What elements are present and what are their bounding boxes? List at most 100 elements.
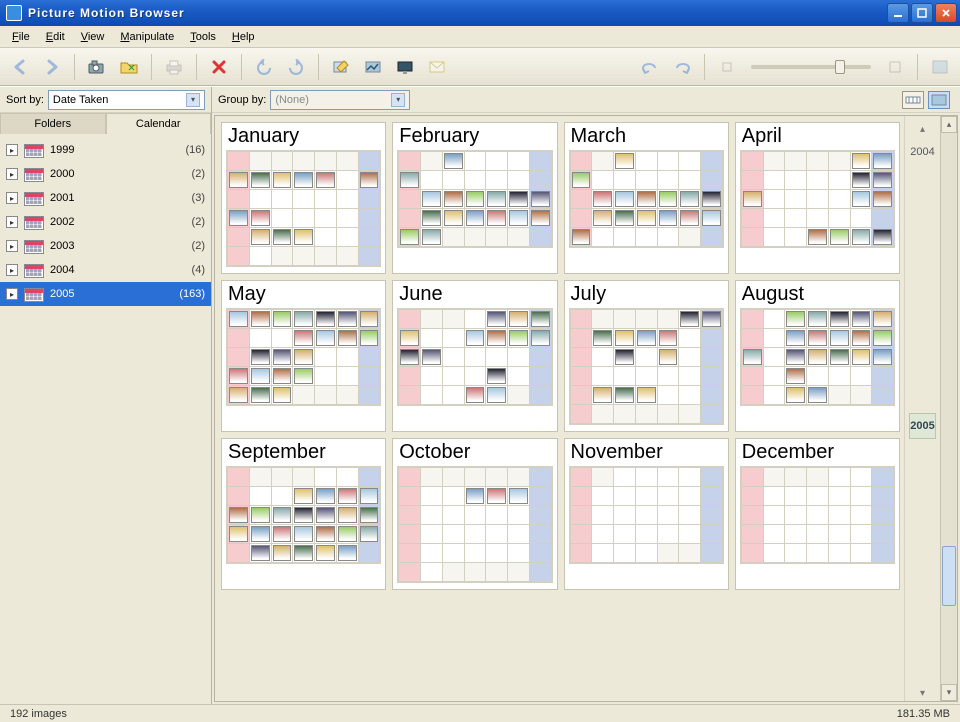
day-cell[interactable] bbox=[399, 171, 420, 189]
photo-thumb[interactable] bbox=[294, 488, 313, 504]
day-cell[interactable] bbox=[530, 152, 551, 170]
photo-thumb[interactable] bbox=[873, 172, 892, 188]
day-cell[interactable] bbox=[293, 367, 314, 385]
photo-thumb[interactable] bbox=[808, 330, 827, 346]
menu-view[interactable]: View bbox=[73, 29, 113, 45]
day-cell[interactable] bbox=[851, 367, 872, 385]
year-row-2004[interactable]: ▸2004(4) bbox=[0, 258, 211, 282]
day-cell[interactable] bbox=[508, 209, 529, 227]
day-cell[interactable] bbox=[636, 190, 657, 208]
day-cell[interactable] bbox=[465, 348, 486, 366]
day-cell[interactable] bbox=[807, 525, 828, 543]
scroll-down-button[interactable]: ▾ bbox=[941, 684, 957, 701]
import-folder-button[interactable] bbox=[115, 53, 143, 81]
day-cell[interactable] bbox=[571, 525, 592, 543]
day-cell[interactable] bbox=[742, 525, 763, 543]
day-cell[interactable] bbox=[764, 386, 785, 404]
photo-thumb[interactable] bbox=[487, 488, 506, 504]
day-cell[interactable] bbox=[614, 487, 635, 505]
day-cell[interactable] bbox=[679, 310, 700, 328]
photo-thumb[interactable] bbox=[637, 330, 656, 346]
day-cell[interactable] bbox=[592, 525, 613, 543]
day-cell[interactable] bbox=[465, 310, 486, 328]
photo-thumb[interactable] bbox=[786, 387, 805, 403]
day-cell[interactable] bbox=[807, 487, 828, 505]
day-cell[interactable] bbox=[250, 209, 271, 227]
back-button[interactable] bbox=[6, 53, 34, 81]
photo-thumb[interactable] bbox=[316, 526, 335, 542]
day-cell[interactable] bbox=[443, 348, 464, 366]
day-cell[interactable] bbox=[272, 506, 293, 524]
day-cell[interactable] bbox=[465, 386, 486, 404]
photo-thumb[interactable] bbox=[637, 387, 656, 403]
photo-thumb[interactable] bbox=[487, 368, 506, 384]
day-cell[interactable] bbox=[399, 487, 420, 505]
day-cell[interactable] bbox=[785, 310, 806, 328]
photo-thumb[interactable] bbox=[229, 311, 248, 327]
month-october[interactable]: October bbox=[392, 438, 557, 590]
day-cell[interactable] bbox=[272, 329, 293, 347]
day-cell[interactable] bbox=[272, 348, 293, 366]
photo-thumb[interactable] bbox=[873, 191, 892, 207]
day-cell[interactable] bbox=[679, 487, 700, 505]
day-cell[interactable] bbox=[785, 171, 806, 189]
day-cell[interactable] bbox=[399, 544, 420, 562]
day-cell[interactable] bbox=[742, 209, 763, 227]
day-cell[interactable] bbox=[872, 506, 893, 524]
day-cell[interactable] bbox=[293, 506, 314, 524]
day-cell[interactable] bbox=[486, 190, 507, 208]
photo-thumb[interactable] bbox=[251, 311, 270, 327]
photo-thumb[interactable] bbox=[422, 349, 441, 365]
photo-thumb[interactable] bbox=[531, 330, 550, 346]
day-cell[interactable] bbox=[636, 152, 657, 170]
day-cell[interactable] bbox=[250, 329, 271, 347]
day-cell[interactable] bbox=[658, 171, 679, 189]
day-cell[interactable] bbox=[530, 468, 551, 486]
day-cell[interactable] bbox=[571, 386, 592, 404]
day-cell[interactable] bbox=[764, 506, 785, 524]
day-cell[interactable] bbox=[701, 310, 722, 328]
photo-thumb[interactable] bbox=[873, 311, 892, 327]
day-cell[interactable] bbox=[293, 487, 314, 505]
day-cell[interactable] bbox=[592, 386, 613, 404]
photo-thumb[interactable] bbox=[830, 311, 849, 327]
photo-thumb[interactable] bbox=[509, 191, 528, 207]
day-cell[interactable] bbox=[785, 386, 806, 404]
day-cell[interactable] bbox=[530, 329, 551, 347]
day-cell[interactable] bbox=[530, 525, 551, 543]
day-cell[interactable] bbox=[315, 487, 336, 505]
day-cell[interactable] bbox=[851, 506, 872, 524]
day-cell[interactable] bbox=[293, 525, 314, 543]
day-cell[interactable] bbox=[337, 544, 358, 562]
month-february[interactable]: February bbox=[392, 122, 557, 274]
photo-thumb[interactable] bbox=[808, 387, 827, 403]
forward-button[interactable] bbox=[38, 53, 66, 81]
day-cell[interactable] bbox=[508, 171, 529, 189]
photo-thumb[interactable] bbox=[316, 172, 335, 188]
day-cell[interactable] bbox=[636, 525, 657, 543]
day-cell[interactable] bbox=[571, 367, 592, 385]
photo-thumb[interactable] bbox=[294, 229, 313, 245]
photo-thumb[interactable] bbox=[702, 191, 721, 207]
day-cell[interactable] bbox=[315, 329, 336, 347]
day-cell[interactable] bbox=[829, 506, 850, 524]
day-cell[interactable] bbox=[807, 386, 828, 404]
photo-thumb[interactable] bbox=[338, 311, 357, 327]
day-cell[interactable] bbox=[293, 228, 314, 246]
year-row-2005[interactable]: ▸2005(163) bbox=[0, 282, 211, 306]
year-rail-down-icon[interactable]: ▾ bbox=[920, 686, 925, 701]
day-cell[interactable] bbox=[701, 190, 722, 208]
day-cell[interactable] bbox=[272, 525, 293, 543]
day-cell[interactable] bbox=[337, 209, 358, 227]
day-cell[interactable] bbox=[701, 348, 722, 366]
day-cell[interactable] bbox=[851, 310, 872, 328]
day-cell[interactable] bbox=[829, 171, 850, 189]
view-calendar-button[interactable] bbox=[928, 91, 950, 109]
day-cell[interactable] bbox=[571, 190, 592, 208]
day-cell[interactable] bbox=[872, 152, 893, 170]
redo-button[interactable] bbox=[668, 53, 696, 81]
photo-thumb[interactable] bbox=[487, 210, 506, 226]
day-cell[interactable] bbox=[658, 152, 679, 170]
day-cell[interactable] bbox=[315, 190, 336, 208]
day-cell[interactable] bbox=[228, 209, 249, 227]
